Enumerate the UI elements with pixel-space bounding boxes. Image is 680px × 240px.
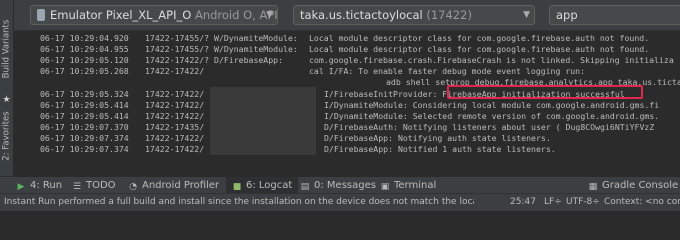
run-icon: ▶ [17, 182, 25, 192]
favorites-tab[interactable]: 2: Favorites [0, 108, 13, 164]
line-ending[interactable]: LF÷ [544, 194, 562, 211]
device-selector[interactable]: Emulator Pixel_XL_API_O Android O, API 2… [30, 5, 278, 25]
process-pid: (17422) [426, 8, 472, 22]
gradle-icon: ▦ [588, 182, 598, 192]
left-tool-strip: Build Variants ★ 2: Favorites [0, 0, 14, 192]
status-bar: Instant Run performed a full build and i… [0, 193, 680, 211]
logcat-output[interactable]: 06-17 10:29:04.920 17422-17455/? W/Dynami… [14, 31, 680, 199]
logcat-icon: ■ [232, 182, 242, 192]
messages-icon: ▤ [300, 182, 310, 192]
tool-window-bar: ▶ 4: Run ☰ TODO ◔ Android Profiler ■ 6: Logc… [0, 176, 680, 194]
tab-logcat[interactable]: ■ 6: Logcat [226, 177, 299, 194]
build-variants-tab[interactable]: Build Variants [0, 14, 13, 84]
logcat-toolbar: Emulator Pixel_XL_API_O Android O, API 2… [14, 0, 680, 31]
tab-messages[interactable]: ▤ 0: Messages [300, 177, 376, 194]
build-variants-label: Build Variants [1, 19, 12, 79]
log-level-selector[interactable]: app [549, 5, 680, 25]
tab-terminal[interactable]: ▣ Terminal [380, 177, 437, 194]
app-filter: app [556, 8, 578, 22]
device-icon [37, 9, 45, 21]
tab-android-profiler[interactable]: ◔ Android Profiler [128, 177, 219, 194]
profiler-icon: ◔ [129, 182, 137, 192]
status-message[interactable]: Instant Run performed a full build and i… [4, 194, 474, 211]
process-selector[interactable]: taka.us.tictactoylocal (17422) ▼ [293, 5, 535, 25]
chevron-down-icon: ▼ [523, 10, 530, 20]
star-icon: ★ [2, 95, 11, 105]
context-indicator[interactable]: Context: <no context> [604, 194, 680, 211]
redacted-block [210, 87, 316, 155]
tab-todo[interactable]: ☰ TODO [72, 177, 116, 194]
caret-position[interactable]: 25:47 [510, 194, 536, 211]
favorites-label: 2: Favorites [1, 111, 12, 161]
highlight-box [447, 85, 643, 99]
tab-gradle-console[interactable]: ▦ Gradle Console [588, 177, 678, 194]
tab-run[interactable]: ▶ 4: Run [16, 177, 63, 194]
todo-icon: ☰ [72, 182, 82, 192]
device-name: Emulator Pixel_XL_API_O [50, 8, 192, 22]
file-encoding[interactable]: UTF-8÷ [566, 194, 600, 211]
terminal-icon: ▣ [380, 182, 390, 192]
process-name: taka.us.tictactoylocal [300, 8, 423, 22]
chevron-down-icon: ▼ [266, 10, 273, 20]
